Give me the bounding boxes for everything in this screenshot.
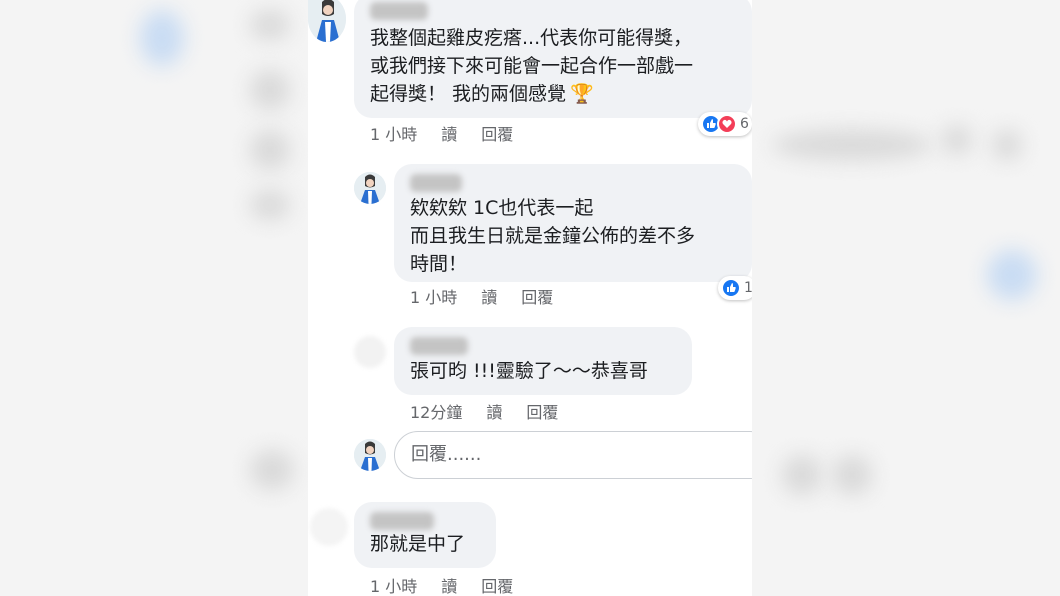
read-link[interactable]: 讀 — [441, 573, 457, 596]
read-link[interactable]: 讀 — [486, 399, 502, 423]
reaction-summary[interactable]: 1 — [718, 276, 752, 300]
reaction-count: 1 — [744, 280, 752, 296]
reply-link[interactable]: 回覆 — [521, 284, 553, 308]
avatar[interactable] — [354, 172, 386, 204]
read-link[interactable]: 讀 — [441, 121, 457, 145]
read-link[interactable]: 讀 — [481, 284, 497, 308]
heart-icon — [717, 114, 737, 134]
blurred-background-right — [752, 0, 1060, 596]
avatar — [354, 439, 386, 471]
commenter-name-redacted — [370, 2, 428, 20]
commenter-name-redacted — [370, 512, 434, 530]
thread-connector — [328, 48, 330, 438]
timestamp[interactable]: 1 小時 — [370, 573, 417, 596]
comment-text-line: 我整個起雞皮疙瘩...代表你可能得獎， — [370, 27, 693, 49]
trophy-icon: 🏆 — [570, 83, 594, 105]
comment-bubble: 我整個起雞皮疙瘩...代表你可能得獎， 或我們接下來可能會一起合作一部戲一 起得… — [354, 0, 752, 118]
reply-input[interactable]: 回覆...... — [394, 431, 752, 479]
comment-text-line: 時間！ — [410, 253, 468, 275]
timestamp[interactable]: 1 小時 — [410, 284, 457, 308]
reaction-count: 6 — [740, 116, 749, 132]
avatar[interactable] — [310, 508, 348, 546]
comment-bubble: 張可昀 !!!靈驗了～～恭喜哥 — [394, 327, 692, 395]
comment-thread: 我整個起雞皮疙瘩...代表你可能得獎， 或我們接下來可能會一起合作一部戲一 起得… — [308, 0, 752, 596]
commenter-name-redacted — [410, 337, 468, 355]
reply-link[interactable]: 回覆 — [526, 399, 558, 423]
comment-actions: 1 小時 讀 回覆 — [410, 284, 553, 308]
reply-placeholder: 回覆...... — [411, 444, 482, 465]
timestamp[interactable]: 12分鐘 — [410, 399, 462, 423]
comment-text-line: 張可昀 !!!靈驗了～～恭喜哥 — [410, 360, 648, 382]
comment-bubble: 那就是中了 — [354, 502, 496, 568]
comment-text-line: 起得獎！ 我的兩個感覺 — [370, 83, 567, 105]
comment-actions: 12分鐘 讀 回覆 — [410, 399, 558, 423]
like-icon — [721, 278, 741, 298]
comment-text-line: 或我們接下來可能會一起合作一部戲一 — [370, 55, 694, 77]
reaction-summary[interactable]: 6 — [698, 112, 752, 136]
comment-text-line: 欸欸欸 1C也代表一起 — [410, 197, 594, 219]
blurred-background-left — [0, 0, 308, 596]
comment-bubble: 欸欸欸 1C也代表一起 而且我生日就是金鐘公佈的差不多 時間！ — [394, 164, 752, 282]
commenter-name-redacted — [410, 174, 462, 192]
reply-link[interactable]: 回覆 — [481, 573, 513, 596]
timestamp[interactable]: 1 小時 — [370, 121, 417, 145]
avatar[interactable] — [354, 336, 386, 368]
comment-text-line: 而且我生日就是金鐘公佈的差不多 — [410, 225, 696, 247]
avatar[interactable] — [308, 0, 346, 42]
comment-text-line: 那就是中了 — [370, 533, 466, 555]
reply-link[interactable]: 回覆 — [481, 121, 513, 145]
comment-actions: 1 小時 讀 回覆 — [370, 573, 513, 596]
comment-actions: 1 小時 讀 回覆 — [370, 121, 513, 145]
